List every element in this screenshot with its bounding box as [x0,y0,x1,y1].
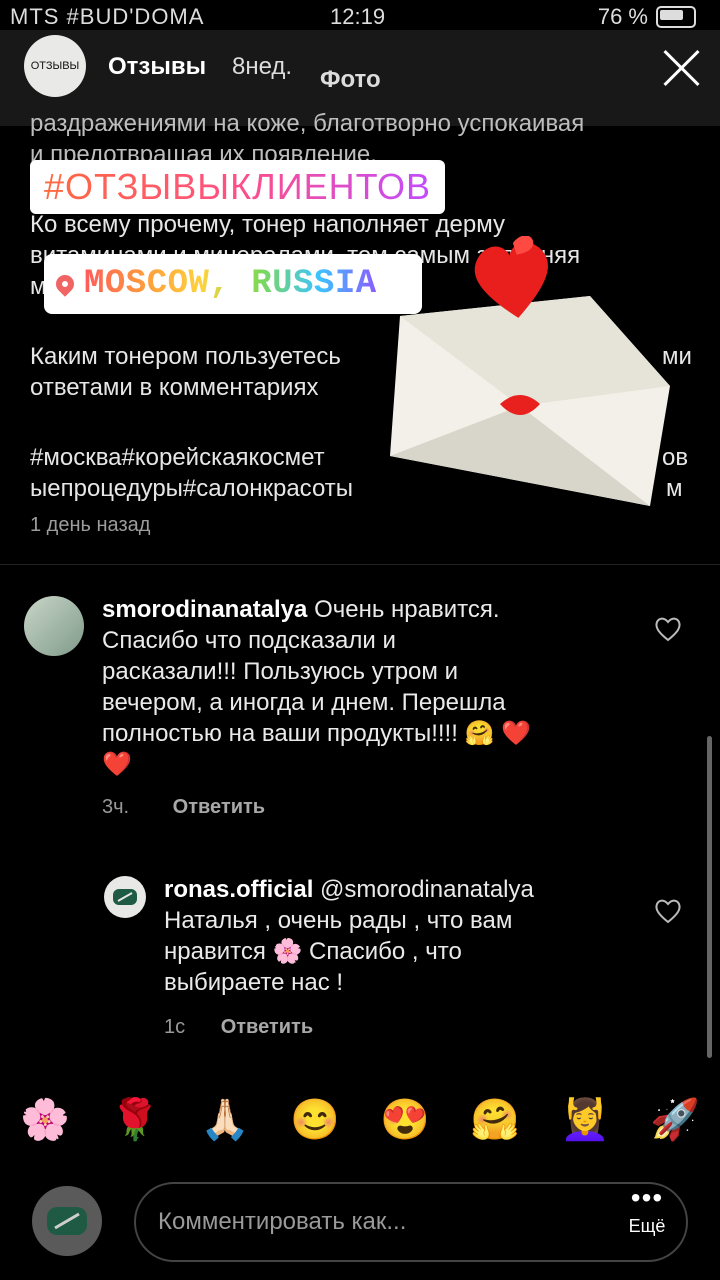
emoji-blossom[interactable]: 🌸 [20,1096,70,1143]
story-avatar[interactable]: ОТЗЫВЫ [24,35,86,97]
emoji-quick-bar: 🌸 🌹 🙏🏻 😊 😍 🤗 💆‍♀️ 🚀 [0,1072,720,1166]
hashtag-text: #ОТЗЫВЫКЛИЕНТОВ [44,166,431,207]
battery-icon [656,6,696,28]
like-heart-icon[interactable] [654,898,682,924]
clock: 12:19 [330,4,386,29]
emoji-hug[interactable]: 🤗 [470,1096,520,1143]
caption-hashtags[interactable]: ыепроцедуры#салонкрасоты [30,473,390,504]
reply-button[interactable]: Ответить [221,1016,313,1038]
post-timestamp: 1 день назад [30,514,151,536]
caption-hashtags[interactable]: #москва#корейскаякосмет [30,442,390,473]
like-heart-icon[interactable] [654,616,682,642]
reply-button[interactable]: Ответить [173,796,265,818]
envelope-heart-sticker [390,236,670,506]
emoji-pray[interactable]: 🙏🏻 [200,1096,250,1143]
more-dots-icon: ••• [630,1182,664,1213]
emoji-rocket[interactable]: 🚀 [650,1096,700,1143]
battery-percent: 76 % [597,4,648,29]
story-type-label: Фото [320,66,381,93]
location-text: MOSCOW, RUSSIA [84,265,377,303]
divider [0,564,720,565]
location-sticker[interactable]: MOSCOW, RUSSIA [44,254,422,314]
emoji-rose[interactable]: 🌹 [110,1096,160,1143]
reply-avatar[interactable] [104,876,146,918]
reply-username[interactable]: ronas.official [164,876,313,903]
caption-line: раздражениями на коже, благотворно успок… [30,110,585,137]
emoji-heart-eyes[interactable]: 😍 [380,1096,430,1143]
composer-avatar [32,1186,102,1256]
emoji-smile[interactable]: 😊 [290,1096,340,1143]
more-label: Ещё [628,1216,666,1236]
story-account-name[interactable]: Отзывы [108,53,206,81]
ronas-logo-icon [47,1207,87,1235]
emoji-massage[interactable]: 💆‍♀️ [560,1096,610,1143]
reply-body: ronas.official @smorodinanatalya Наталья… [164,876,534,996]
hashtag-sticker[interactable]: #ОТЗЫВЫКЛИЕНТОВ [30,160,445,214]
more-button[interactable]: ••• Ещё [620,1182,674,1248]
comment-meta: 3ч. Ответить [102,796,265,819]
ronas-logo-icon [113,889,137,905]
reply-meta: 1с Ответить [164,1016,313,1039]
location-pin-icon [52,271,78,297]
scrollbar[interactable] [707,736,712,1058]
comment-input-placeholder: Комментировать как... [158,1208,407,1235]
comment-username[interactable]: smorodinanatalya [102,596,307,623]
caption-line: Каким тонером пользуетесь [30,343,341,370]
story-age: 8нед. [232,53,293,80]
close-icon[interactable] [660,46,704,90]
comment-body: smorodinanatalya Очень нравится. Спасибо… [102,596,531,778]
reply-age: 1с [164,1016,186,1038]
caption-line: ответами в комментариях [30,374,319,401]
carrier-label: MTS #BUD'DOMA [10,4,205,29]
comment-age: 3ч. [102,796,130,818]
comment-input[interactable]: Комментировать как... [134,1182,688,1262]
commenter-avatar[interactable] [24,596,84,656]
status-right: 76 % [598,4,696,30]
